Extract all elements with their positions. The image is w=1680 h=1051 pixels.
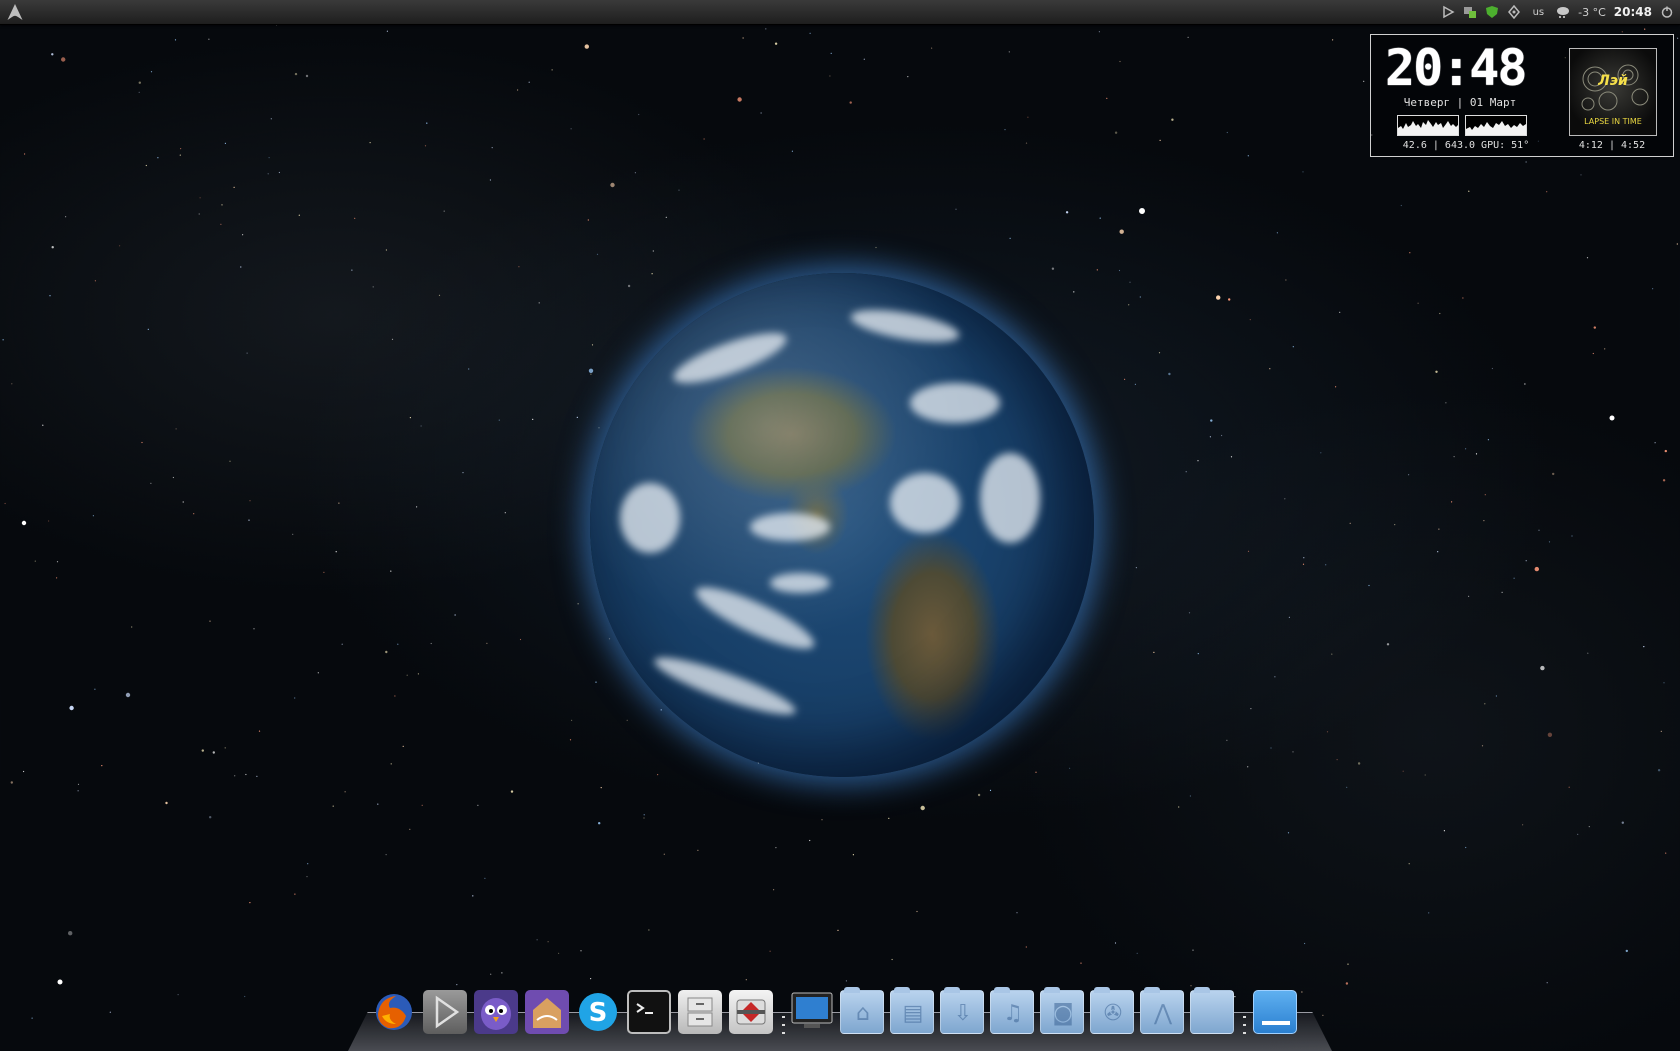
earth-planet — [590, 273, 1094, 777]
conky-widget: 20:48 Четверг | 01 Март 42.6 | 643.0 GPU… — [1370, 34, 1674, 157]
dock-arabic-app[interactable] — [525, 990, 569, 1034]
update-shield-icon[interactable] — [1485, 5, 1499, 19]
dock-transmission[interactable] — [729, 990, 773, 1034]
download-icon: ⇩ — [953, 1000, 973, 1026]
camera-icon: ◙ — [1052, 1000, 1074, 1026]
panel-clock[interactable]: 20:48 — [1614, 5, 1652, 19]
system-tray: us -3 °C 20:48 — [1441, 0, 1674, 24]
skype-icon: S — [579, 993, 617, 1031]
album-logo: Лэй — [1598, 73, 1628, 89]
album-subtitle: LAPSE IN TIME — [1584, 117, 1642, 126]
documents-icon: ▤ — [902, 1000, 924, 1026]
home-icon: ⌂ — [856, 1000, 870, 1026]
dock-pictures-folder[interactable]: ◙ — [1040, 987, 1084, 1034]
dock-firefox[interactable] — [372, 990, 416, 1034]
cabinet-icon — [687, 997, 713, 1027]
compass-icon: ⋀ — [1153, 1000, 1173, 1026]
desktop-icon — [1262, 1021, 1290, 1025]
network-icon[interactable] — [1463, 5, 1477, 19]
play-icon[interactable] — [1441, 5, 1455, 19]
svg-text:S: S — [589, 998, 608, 1028]
dock-folder[interactable] — [1190, 987, 1235, 1035]
memory-graph — [1465, 115, 1527, 136]
dock: S ⌂ ▤ ⇩ ♫ ◙ ✇ ⋀ — [370, 987, 1310, 1036]
dock-downloads-folder[interactable]: ⇩ — [940, 987, 984, 1034]
pidgin-icon — [481, 998, 511, 1030]
dock-skype[interactable]: S — [576, 990, 620, 1034]
dock-separator — [782, 1010, 786, 1044]
dock-trash[interactable] — [1253, 990, 1297, 1034]
firefox-icon — [376, 994, 412, 1030]
monitor-icon — [791, 992, 833, 1028]
dock-videos-folder[interactable]: ✇ — [1090, 987, 1134, 1034]
top-panel: us -3 °C 20:48 — [0, 0, 1680, 25]
keyboard-layout-indicator[interactable]: us — [1529, 7, 1549, 18]
music-icon: ♫ — [1003, 1000, 1023, 1026]
dock-templates-folder[interactable]: ⋀ — [1140, 987, 1184, 1034]
conky-date: Четверг | 01 Март — [1403, 96, 1517, 109]
dock-terminal[interactable] — [627, 990, 671, 1034]
weather-snow-icon[interactable] — [1556, 5, 1570, 19]
app-icon — [533, 998, 561, 1028]
dock-file-cabinet[interactable] — [678, 990, 722, 1034]
dock-pidgin[interactable] — [474, 990, 518, 1034]
video-icon: ✇ — [1103, 1000, 1123, 1026]
track-times: 4:12 | 4:52 — [1578, 140, 1646, 151]
conky-stats: 42.6 | 643.0 GPU: 51° — [1402, 140, 1530, 151]
album-cover[interactable]: Лэй LAPSE IN TIME — [1569, 48, 1657, 136]
dock-documents-folder[interactable]: ▤ — [890, 987, 934, 1034]
terminal-icon — [636, 1003, 653, 1014]
transmission-icon — [736, 999, 766, 1025]
dock-computer[interactable] — [790, 990, 834, 1034]
dock-music-folder[interactable]: ♫ — [990, 987, 1034, 1034]
bluetooth-icon[interactable] — [1507, 5, 1521, 19]
weather-temperature[interactable]: -3 °C — [1578, 6, 1606, 19]
dock-separator — [1243, 1010, 1247, 1044]
play-icon — [435, 995, 460, 1029]
power-icon[interactable] — [1660, 5, 1674, 19]
dock-home-folder[interactable]: ⌂ — [840, 987, 884, 1034]
dock-media-player[interactable] — [423, 990, 467, 1034]
arch-linux-logo-icon[interactable] — [6, 3, 24, 21]
cpu-graph — [1397, 115, 1459, 136]
folder-icon — [1191, 991, 1235, 1035]
conky-clock: 20:48 — [1385, 39, 1528, 97]
